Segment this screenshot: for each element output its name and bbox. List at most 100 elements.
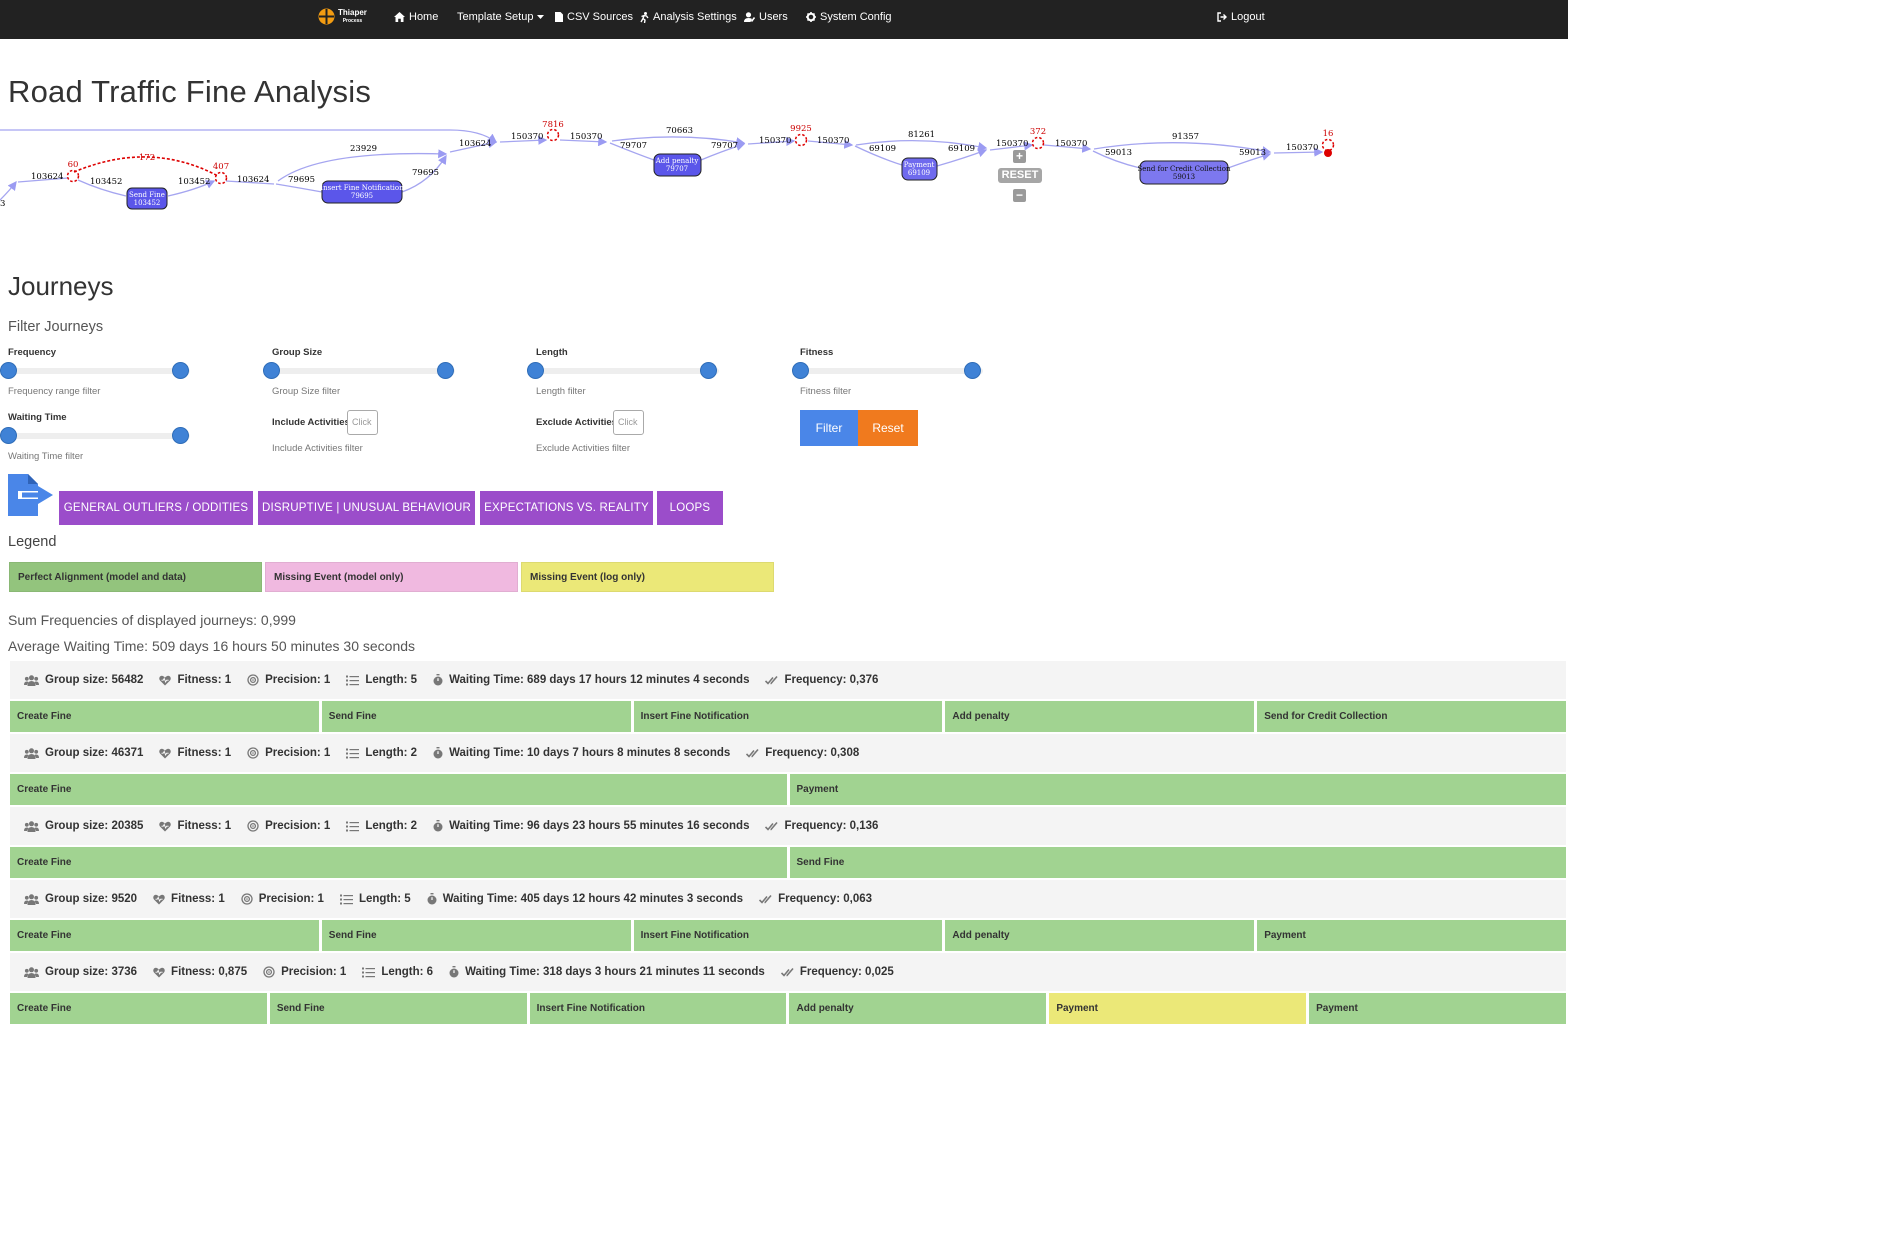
nav-template-setup-label: Template Setup [457,11,534,23]
nav-home[interactable]: Home [394,11,438,23]
running-icon [640,11,649,23]
exclude-activities-input[interactable]: Click [613,410,644,435]
journey-row[interactable]: Group size: 20385 Fitness: 1 Precision: 1 L… [10,807,1566,880]
journey-activity[interactable]: Payment [789,774,1566,805]
nav-system-config-label: System Config [820,11,892,23]
nav-system-config[interactable]: System Config [806,11,892,23]
journey-row[interactable]: Group size: 3736 Fitness: 0,875 Precision:… [10,953,1566,1026]
filter-button[interactable]: Filter [800,410,858,446]
nav-home-label: Home [409,11,439,23]
gear-icon [806,12,816,22]
journey-activity[interactable]: Payment [1257,920,1566,951]
svg-text:172: 172 [139,153,155,163]
journey-activity[interactable]: Create Fine [10,920,319,951]
slider-min-handle[interactable] [792,362,809,379]
process-graph[interactable]: Send Fine 103452 Insert Fine Notificatio… [0,118,1568,236]
slider-max-handle[interactable] [437,362,454,379]
export-file-icon[interactable] [8,474,54,516]
journey-activity[interactable]: Add penalty [945,920,1255,951]
svg-text:103624: 103624 [459,139,491,149]
slider-max-handle[interactable] [172,362,189,379]
group-size-slider[interactable] [263,362,455,380]
journey-fitness-text: Fitness: 1 [171,893,225,905]
frequency-filter-help: Frequency range filter [8,386,101,397]
list-icon [346,675,360,686]
svg-text:59013: 59013 [1173,173,1195,181]
svg-text:150370: 150370 [817,136,849,146]
journey-activity[interactable]: Send Fine [321,920,631,951]
svg-text:59013: 59013 [1105,148,1132,158]
svg-text:69109: 69109 [869,144,896,154]
journey-activity[interactable]: Insert Fine Notification [633,701,943,732]
journey-row[interactable]: Group size: 46371 Fitness: 1 Precision: 1 L… [10,734,1566,807]
journey-activity[interactable]: Add penalty [945,701,1255,732]
slider-min-handle[interactable] [0,362,17,379]
journey-fitness: Fitness: 1 [159,820,231,832]
journey-activity[interactable]: Create Fine [10,847,787,878]
reset-filter-button[interactable]: Reset [858,410,918,446]
journey-group-size: Group size: 20385 [24,820,143,832]
average-waiting-time: Average Waiting Time: 509 days 16 hours … [8,638,416,654]
journey-fitness: Fitness: 1 [159,674,231,686]
stopwatch-icon [433,747,443,759]
journey-precision-text: Precision: 1 [258,893,324,905]
journey-precision-text: Precision: 1 [265,747,331,759]
svg-text:70663: 70663 [666,126,693,136]
nav-template-setup[interactable]: Template Setup [457,11,545,23]
category-expectations-vs-reality[interactable]: EXPECTATIONS VS. REALITY [480,491,653,525]
include-activities-input[interactable]: Click [347,410,378,435]
journey-activity[interactable]: Create Fine [10,701,319,732]
journey-frequency: Frequency: 0,376 [765,674,878,686]
fitness-slider[interactable] [792,362,983,380]
journey-frequency-text: Frequency: 0,376 [784,674,879,686]
slider-track [0,368,190,374]
zoom-in-button[interactable]: + [1013,150,1026,163]
slider-max-handle[interactable] [964,362,981,379]
nav-logout-label: Logout [1231,11,1265,23]
journey-activity[interactable]: Send for Credit Collection [1257,701,1566,732]
svg-text:103624: 103624 [31,172,63,182]
journey-activity[interactable]: Insert Fine Notification [633,920,943,951]
journey-length-text: Length: 5 [358,893,411,905]
sign-out-icon [1217,12,1227,22]
slider-min-handle[interactable] [0,427,17,444]
slider-max-handle[interactable] [172,427,189,444]
slider-min-handle[interactable] [263,362,280,379]
brand-logo[interactable]: Thiaper Process [318,8,367,25]
graph-reset-button[interactable]: RESET [998,168,1042,183]
slider-max-handle[interactable] [700,362,717,379]
journey-precision-text: Precision: 1 [265,674,331,686]
category-disruptive-behaviour[interactable]: DISRUPTIVE | UNUSUAL BEHAVIOUR [258,491,475,525]
svg-text:Insert Fine Notification: Insert Fine Notification [320,184,404,192]
journey-activity[interactable]: Send Fine [269,993,527,1024]
journey-activity[interactable]: Payment [1049,993,1307,1024]
length-slider[interactable] [527,362,719,380]
journey-activity[interactable]: Create Fine [10,774,787,805]
journey-group-size-text: Group size: 56482 [45,674,144,686]
category-loops[interactable]: LOOPS [657,491,723,525]
nav-logout[interactable]: Logout [1217,11,1265,23]
journey-activity[interactable]: Send Fine [789,847,1566,878]
journey-waiting-time-text: Waiting Time: 689 days 17 hours 12 minut… [449,674,750,686]
journey-activity[interactable]: Create Fine [10,993,267,1024]
heartbeat-icon [159,748,172,759]
journey-activity[interactable]: Insert Fine Notification [529,993,787,1024]
waiting-time-slider[interactable] [0,427,190,445]
journey-activity[interactable]: Add penalty [789,993,1047,1024]
journey-row[interactable]: Group size: 56482 Fitness: 1 Precision: 1 L… [10,661,1566,734]
legend-missing-model-only: Missing Event (model only) [265,562,518,592]
journey-row[interactable]: Group size: 9520 Fitness: 1 Precision: 1 Le… [10,880,1566,953]
nav-csv-sources[interactable]: CSV Sources [555,11,633,23]
zoom-out-button[interactable]: − [1013,189,1026,202]
nav-users[interactable]: Users [744,11,788,23]
nav-analysis-settings[interactable]: Analysis Settings [640,11,737,23]
journey-waiting-time-text: Waiting Time: 318 days 3 hours 21 minute… [465,966,765,978]
legend-perfect-alignment: Perfect Alignment (model and data) [9,562,262,592]
category-general-outliers[interactable]: GENERAL OUTLIERS / ODDITIES [59,491,253,525]
journey-length: Length: 6 [362,966,433,978]
journey-activity[interactable]: Send Fine [321,701,631,732]
journey-activity[interactable]: Payment [1309,993,1566,1024]
slider-min-handle[interactable] [527,362,544,379]
frequency-slider[interactable] [0,362,190,380]
journey-activities: Create Fine Send Fine [10,847,1566,878]
